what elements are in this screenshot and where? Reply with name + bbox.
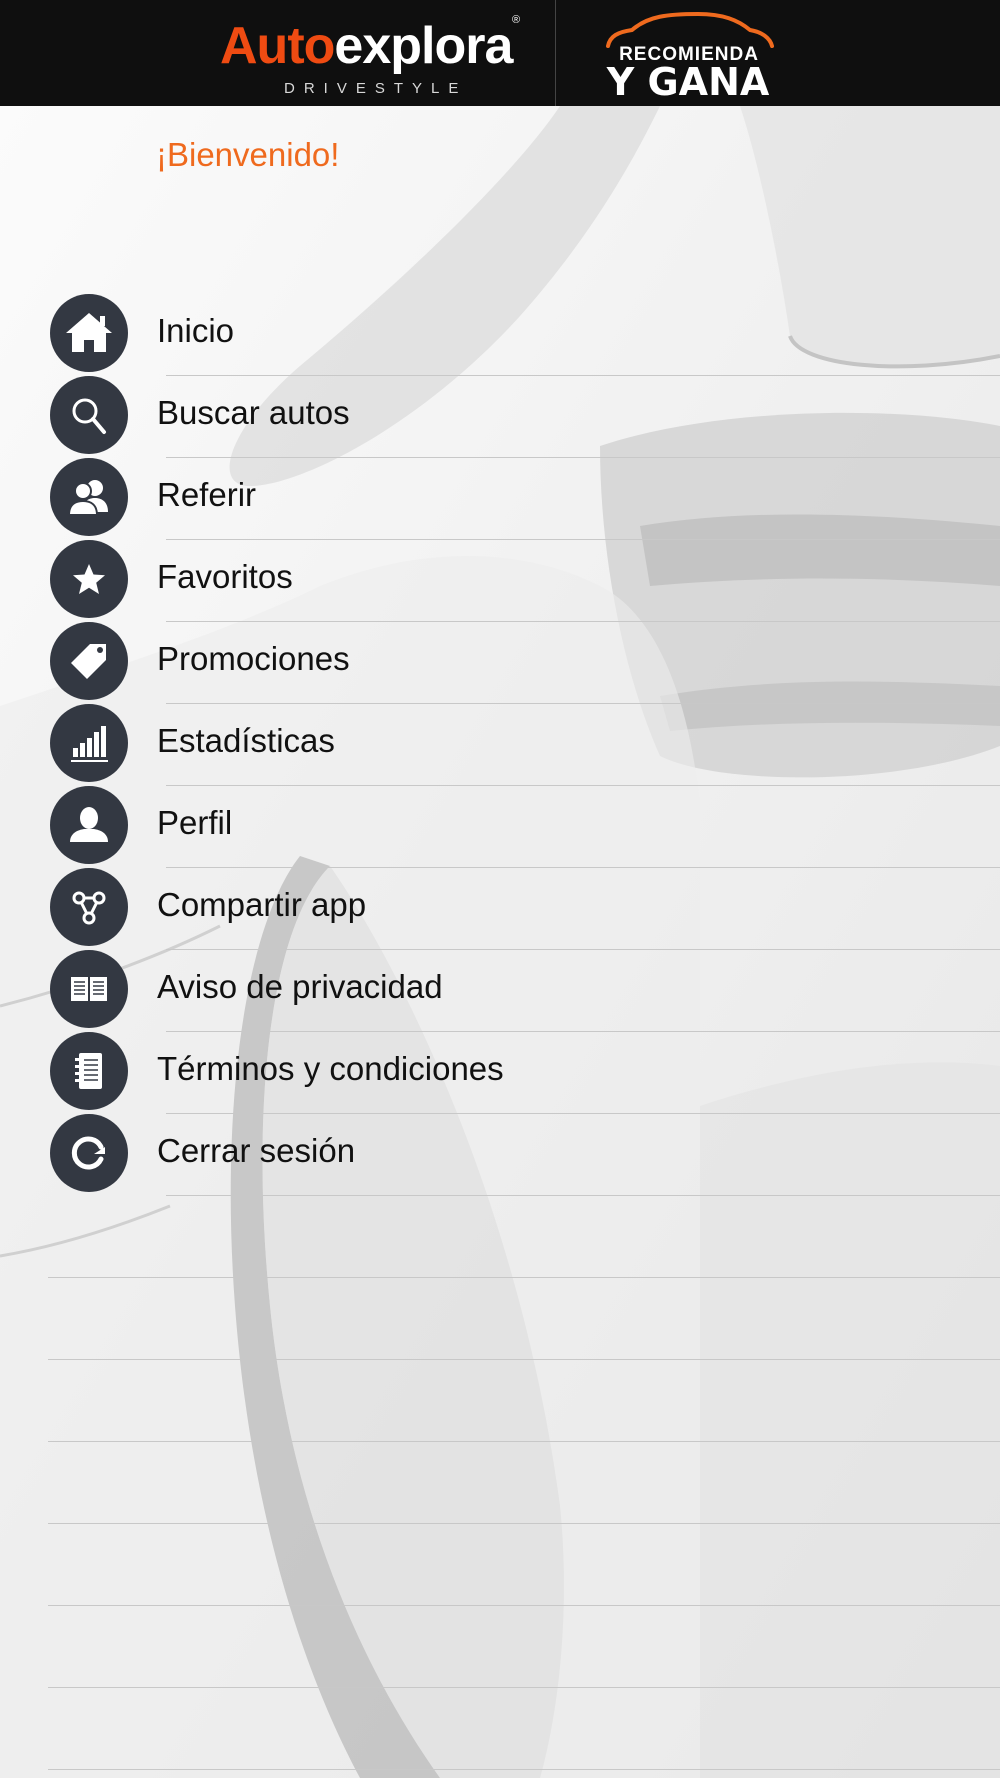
user-icon (50, 786, 128, 864)
registered-mark: ® (512, 14, 521, 26)
menu-item-aviso-de-privacidad[interactable]: Aviso de privacidad (0, 950, 1000, 1032)
menu-label: Perfil (157, 804, 233, 841)
empty-row-divider (48, 1523, 1000, 1524)
menu-label: Estadísticas (157, 722, 335, 759)
empty-row-divider (48, 1769, 1000, 1770)
menu-item-terminos-y-condiciones[interactable]: Términos y condiciones (0, 1032, 1000, 1114)
menu-item-promociones[interactable]: Promociones (0, 622, 1000, 704)
empty-row-divider (48, 1605, 1000, 1606)
menu-separator (166, 1195, 1000, 1196)
share-icon (50, 868, 128, 946)
header-divider (555, 0, 556, 106)
brand-part-2: explora (334, 17, 513, 75)
bar-chart-icon (50, 704, 128, 782)
menu-item-favoritos[interactable]: Favoritos (0, 540, 1000, 622)
menu-label: Compartir app (157, 886, 367, 923)
menu-item-inicio[interactable]: Inicio (0, 294, 1000, 376)
menu-label: Favoritos (157, 558, 293, 595)
empty-row-divider (48, 1277, 1000, 1278)
brand-wordmark: Autoexplora (220, 16, 513, 76)
menu-label: Términos y condiciones (157, 1050, 504, 1087)
brand-part-1: Auto (220, 17, 335, 75)
empty-row-divider (48, 1687, 1000, 1688)
logout-icon (50, 1114, 128, 1192)
menu-item-compartir-app[interactable]: Compartir app (0, 868, 1000, 950)
notebook-icon (50, 1032, 128, 1110)
menu-label: Aviso de privacidad (157, 968, 443, 1005)
menu-label: Promociones (157, 640, 350, 677)
campaign-line-2: Y GANA (606, 60, 770, 104)
welcome-greeting: ¡Bienvenido! (156, 136, 340, 173)
star-icon (50, 540, 128, 618)
menu-item-perfil[interactable]: Perfil (0, 786, 1000, 868)
autoexplora-logo[interactable]: Autoexplora ® DRIVESTYLE (220, 14, 520, 102)
menu-item-referir[interactable]: Referir (0, 458, 1000, 540)
empty-row-divider (48, 1359, 1000, 1360)
users-icon (50, 458, 128, 536)
menu-item-cerrar-sesion[interactable]: Cerrar sesión (0, 1114, 1000, 1196)
recomienda-y-gana-logo[interactable]: RECOMIENDA Y GANA (598, 10, 778, 102)
empty-row-divider (48, 1441, 1000, 1442)
brand-tagline: DRIVESTYLE (284, 80, 468, 97)
app-header: Autoexplora ® DRIVESTYLE RECOMIENDA Y GA… (0, 0, 1000, 106)
menu-item-buscar-autos[interactable]: Buscar autos (0, 376, 1000, 458)
menu-label: Buscar autos (157, 394, 350, 431)
menu-label: Inicio (157, 312, 235, 349)
search-icon (50, 376, 128, 454)
book-icon (50, 950, 128, 1028)
menu-label: Cerrar sesión (157, 1132, 356, 1169)
tag-icon (50, 622, 128, 700)
menu-item-estadisticas[interactable]: Estadísticas (0, 704, 1000, 786)
home-icon (50, 294, 128, 372)
menu-label: Referir (157, 476, 257, 513)
